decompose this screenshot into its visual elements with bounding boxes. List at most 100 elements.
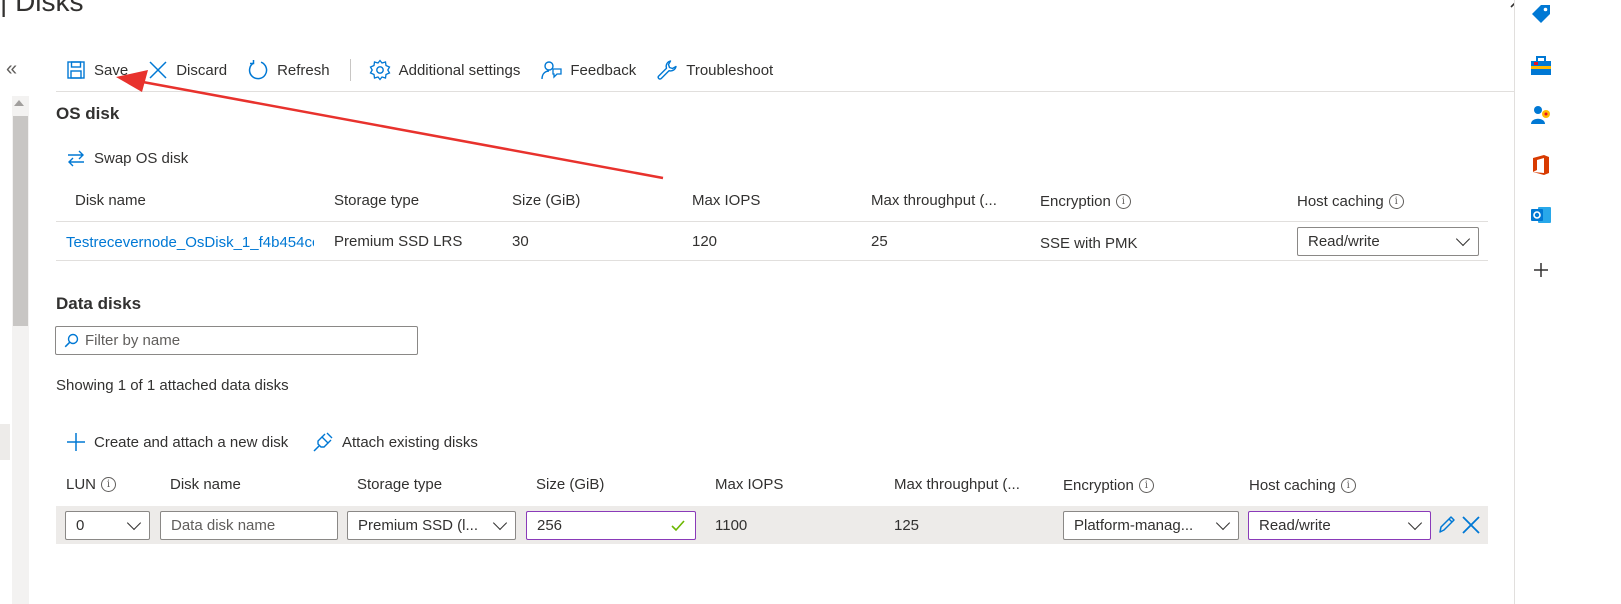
encryption-value: Platform-manag... (1074, 517, 1194, 534)
chevron-down-icon (1215, 515, 1231, 531)
os-col-host-caching[interactable]: Host caching i (1297, 193, 1404, 210)
additional-settings-label: Additional settings (398, 61, 521, 79)
search-icon (64, 333, 79, 348)
data-col-encryption-label: Encryption (1063, 477, 1134, 494)
data-col-max-iops[interactable]: Max IOPS (715, 476, 783, 493)
filter-box[interactable] (55, 326, 418, 355)
swap-os-disk-label: Swap OS disk (94, 149, 189, 167)
os-size: 30 (512, 233, 529, 250)
swap-os-disk-button[interactable]: Swap OS disk (66, 148, 188, 168)
info-icon[interactable]: i (1340, 478, 1356, 493)
troubleshoot-button[interactable]: Troubleshoot (656, 59, 773, 81)
os-max-throughput: 25 (871, 233, 888, 250)
feedback-button[interactable]: Feedback (540, 59, 636, 81)
data-col-size[interactable]: Size (GiB) (536, 476, 604, 493)
os-host-caching-value: Read/write (1308, 233, 1380, 250)
add-app-plus-icon[interactable] (1533, 262, 1549, 278)
storage-type-dropdown[interactable]: Premium SSD (l... (347, 511, 516, 540)
feedback-icon (541, 61, 562, 80)
size-value: 256 (537, 517, 563, 534)
edit-pencil-icon[interactable] (1437, 514, 1457, 536)
attach-existing-label: Attach existing disks (342, 433, 478, 451)
os-max-iops: 120 (692, 233, 718, 250)
info-icon[interactable]: i (1388, 194, 1404, 209)
checkmark-icon (671, 519, 685, 531)
data-disk-name-input[interactable] (160, 511, 338, 540)
info-icon[interactable]: i (1115, 194, 1131, 209)
plus-icon (67, 433, 85, 451)
collapse-menu-icon[interactable]: « (6, 58, 17, 81)
save-icon (67, 61, 85, 79)
delete-x-icon[interactable] (1461, 515, 1481, 535)
create-attach-label: Create and attach a new disk (94, 433, 289, 451)
office-icon[interactable] (1529, 153, 1553, 177)
data-col-host-caching[interactable]: Host caching i (1249, 477, 1356, 494)
people-icon[interactable] (1529, 103, 1553, 127)
attach-existing-disks-button[interactable]: Attach existing disks (312, 431, 478, 453)
os-col-max-iops[interactable]: Max IOPS (692, 192, 760, 209)
chevron-down-icon (126, 515, 142, 531)
os-col-max-throughput[interactable]: Max throughput (... (871, 192, 997, 209)
toolbar-divider-line (56, 91, 1538, 92)
save-button[interactable]: Save (66, 60, 128, 80)
toolbar-divider (349, 59, 351, 81)
discard-button[interactable]: Discard (148, 60, 227, 80)
data-col-host-caching-label: Host caching (1249, 477, 1336, 494)
refresh-label: Refresh (277, 61, 330, 79)
os-encryption: SSE with PMK (1040, 235, 1138, 252)
filter-input[interactable] (85, 328, 405, 353)
plug-icon (313, 432, 333, 452)
chevron-down-icon (1455, 231, 1471, 247)
showing-count-text: Showing 1 of 1 attached data disks (56, 377, 289, 394)
os-storage-type: Premium SSD LRS (334, 233, 463, 250)
os-col-size[interactable]: Size (GiB) (512, 192, 580, 209)
create-attach-disk-button[interactable]: Create and attach a new disk (66, 432, 288, 452)
page-title: | Disks (0, 0, 84, 17)
os-col-storage-type[interactable]: Storage type (334, 192, 419, 209)
os-disk-title: OS disk (56, 104, 120, 123)
refresh-button[interactable]: Refresh (247, 59, 330, 81)
size-input[interactable]: 256 (526, 511, 696, 540)
info-icon[interactable]: i (1138, 478, 1154, 493)
chevron-down-icon (492, 515, 508, 531)
data-disks-title: Data disks (56, 294, 142, 313)
os-col-encryption-label: Encryption (1040, 193, 1111, 210)
command-bar: Save Discard Refresh Additional settings… (66, 56, 793, 84)
feedback-label: Feedback (570, 61, 637, 79)
right-app-sidebar (1514, 0, 1621, 604)
os-disk-name-link[interactable]: Testrecevernode_OsDisk_1_f4b454cc (66, 234, 314, 251)
additional-settings-button[interactable]: Additional settings (369, 59, 521, 81)
discard-icon (149, 61, 167, 79)
data-col-lun[interactable]: LUN i (66, 476, 117, 493)
lun-dropdown[interactable]: 0 (65, 511, 150, 540)
os-col-encryption[interactable]: Encryption i (1040, 193, 1131, 210)
os-col-disk-name[interactable]: Disk name (75, 192, 146, 209)
data-col-max-throughput[interactable]: Max throughput (... (894, 476, 1020, 493)
scrollbar-thumb[interactable] (13, 116, 28, 326)
scroll-up-arrow-icon[interactable] (14, 100, 24, 106)
save-label: Save (94, 61, 129, 79)
troubleshoot-label: Troubleshoot (686, 61, 774, 79)
data-col-storage-type[interactable]: Storage type (357, 476, 442, 493)
info-icon[interactable]: i (101, 477, 117, 492)
data-col-disk-name[interactable]: Disk name (170, 476, 241, 493)
wrench-icon (657, 60, 677, 80)
os-host-caching-dropdown[interactable]: Read/write (1297, 227, 1479, 256)
storage-type-value: Premium SSD (l... (358, 517, 479, 534)
swap-icon (68, 150, 84, 167)
briefcase-icon[interactable] (1529, 54, 1553, 78)
left-menu-highlight (0, 424, 10, 460)
discard-label: Discard (176, 61, 228, 79)
chevron-down-icon (1407, 515, 1423, 531)
data-max-iops: 1100 (715, 517, 748, 534)
data-host-caching-dropdown[interactable]: Read/write (1248, 511, 1431, 540)
data-host-caching-value: Read/write (1259, 517, 1331, 534)
data-col-encryption[interactable]: Encryption i (1063, 477, 1154, 494)
tag-icon[interactable] (1529, 2, 1553, 26)
gear-icon (369, 59, 391, 81)
encryption-dropdown[interactable]: Platform-manag... (1063, 511, 1239, 540)
lun-value: 0 (76, 517, 85, 534)
refresh-icon (248, 60, 268, 80)
outlook-icon[interactable] (1529, 203, 1553, 227)
os-row-divider (56, 260, 1488, 261)
